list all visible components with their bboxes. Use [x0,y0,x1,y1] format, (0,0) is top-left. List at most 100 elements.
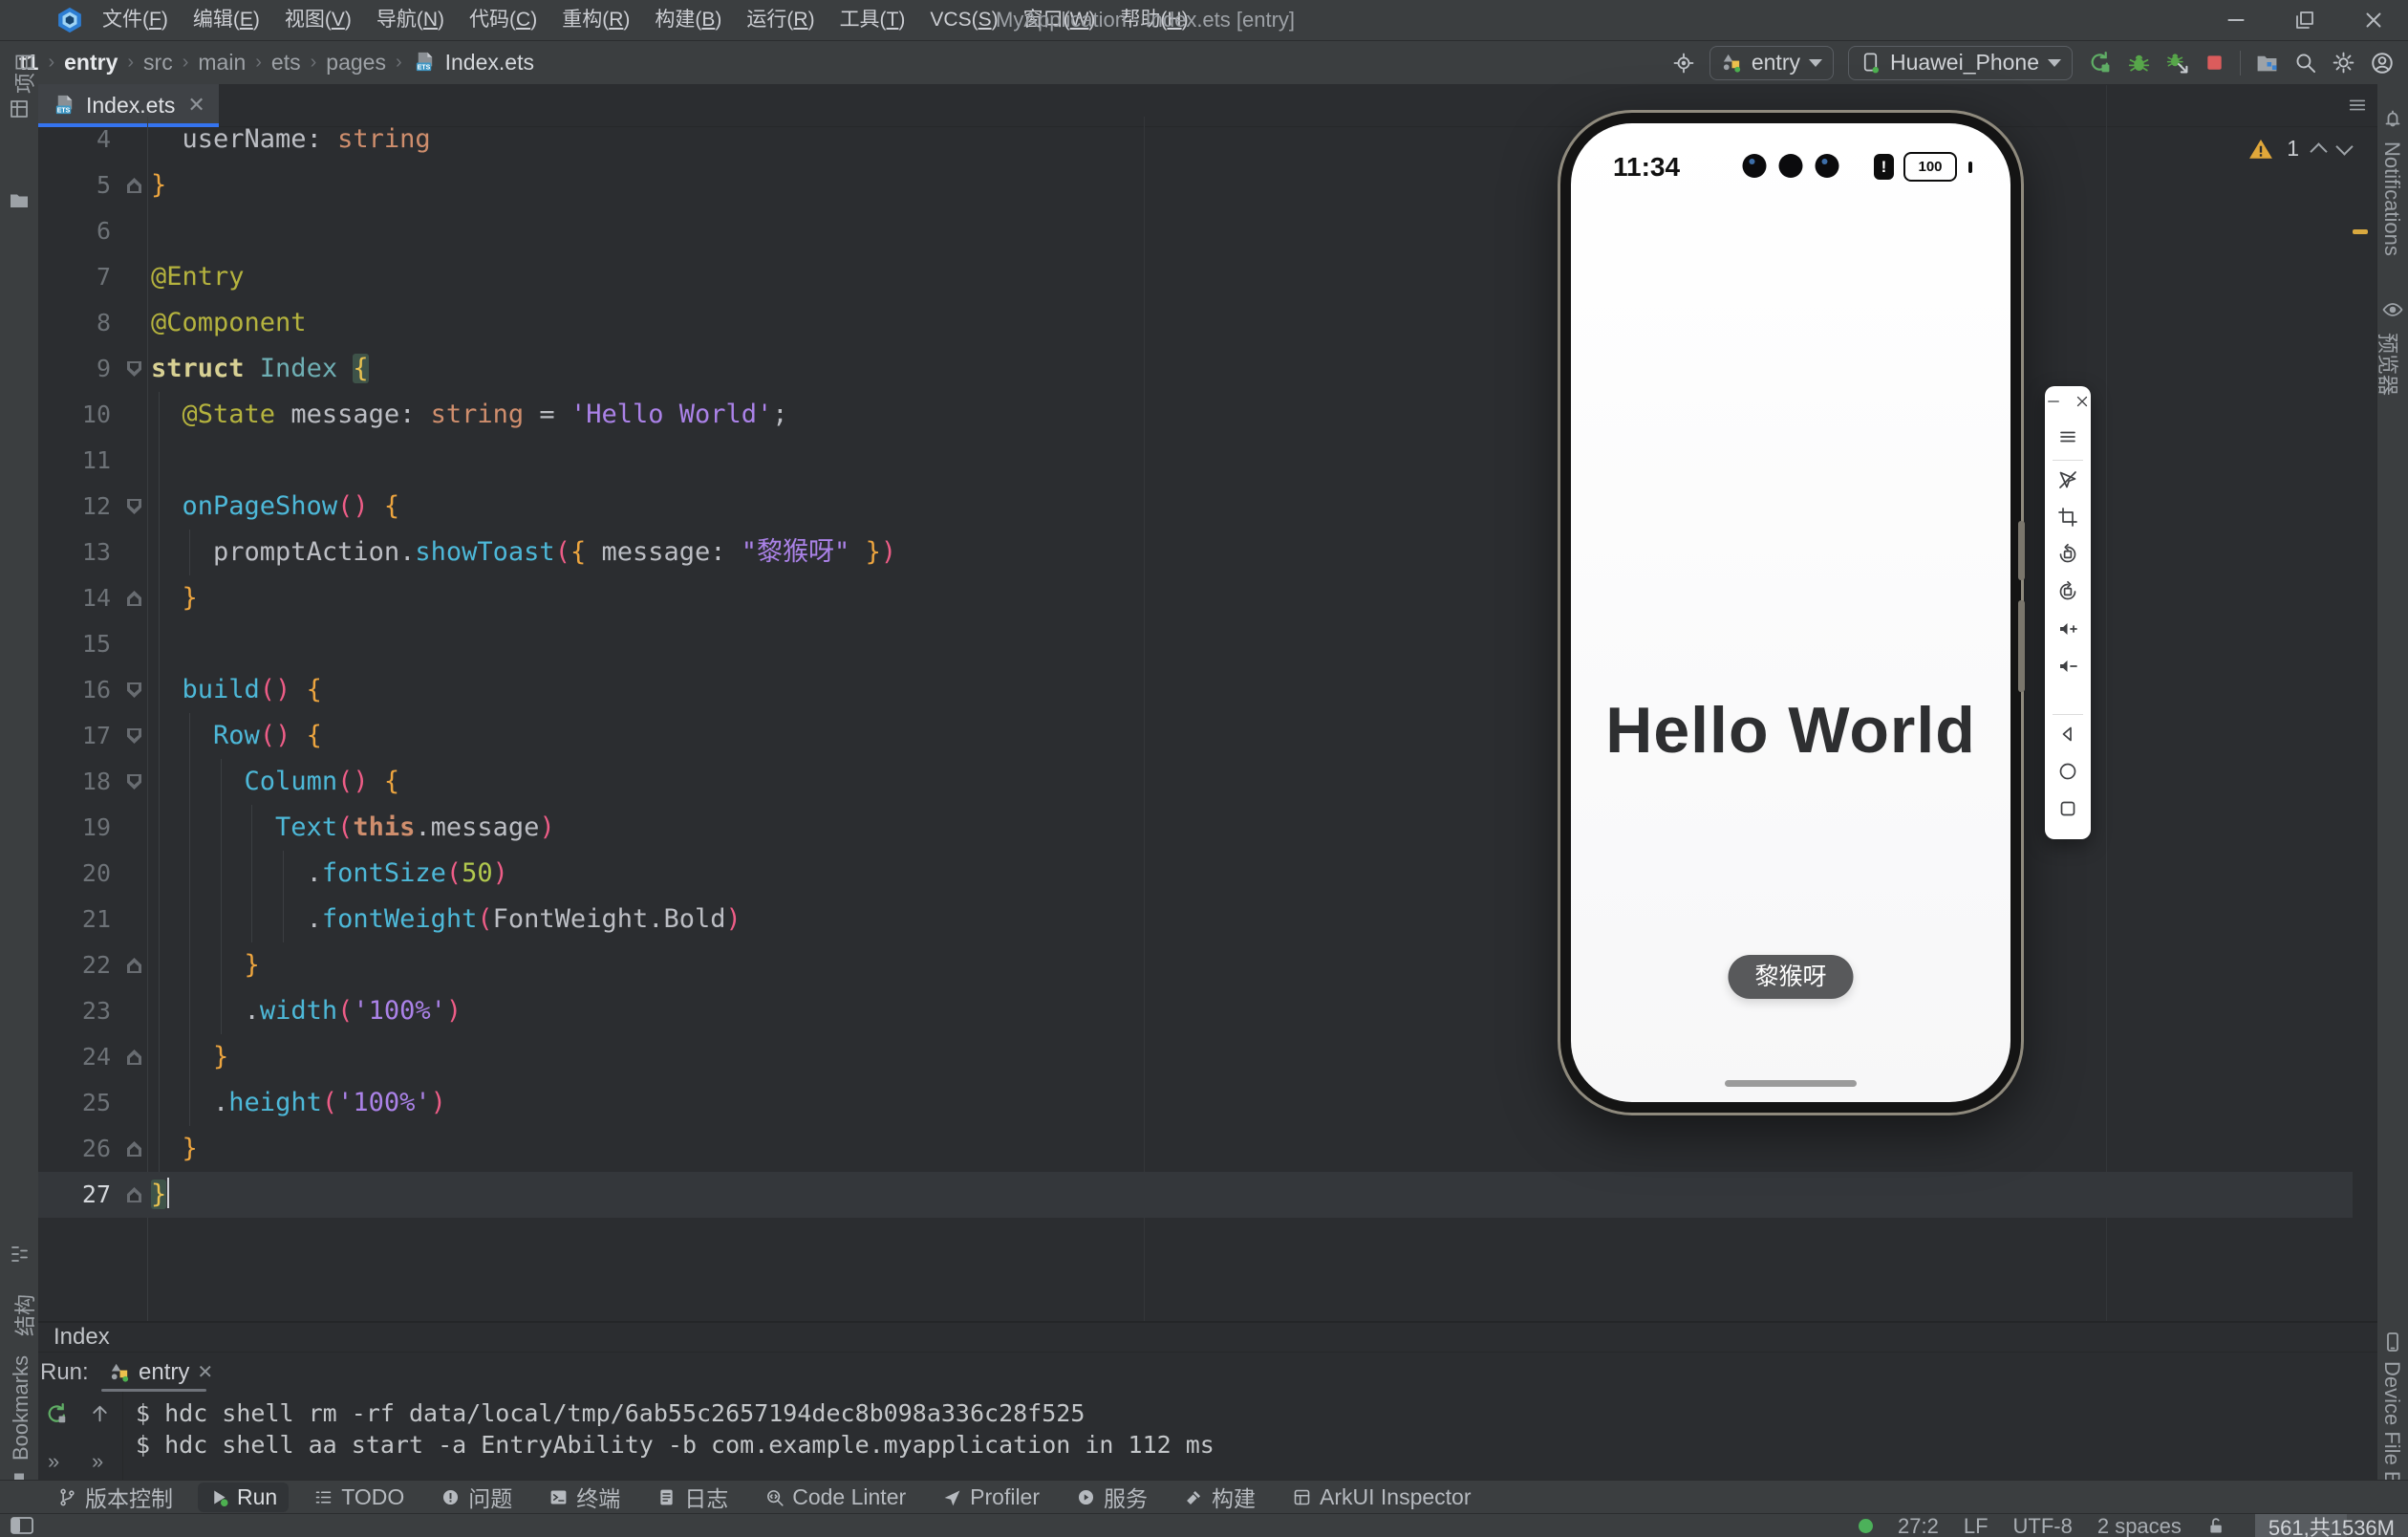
menu-导航(N)[interactable]: 导航(N) [364,0,457,40]
tool-window-TODO[interactable]: TODO [302,1483,416,1512]
fold-marker[interactable] [127,1141,141,1157]
rerun-icon[interactable] [44,1401,70,1427]
code-line-16[interactable]: build() { [151,667,322,713]
menu-构建(B)[interactable]: 构建(B) [642,0,734,40]
editor-splitter[interactable] [2106,85,2107,1321]
sidebar-item-project[interactable]: 项目 [9,52,39,94]
fold-marker[interactable] [127,958,141,973]
fold-marker[interactable] [127,682,141,698]
close-icon[interactable]: ✕ [187,93,204,118]
attach-debugger-button[interactable] [2165,51,2189,75]
tool-window-toggle-icon[interactable] [10,1515,34,1536]
tool-window-构建[interactable]: 构建 [1172,1479,1267,1515]
code-line-25[interactable]: .height('100%') [151,1080,446,1126]
close-button[interactable] [2339,0,2408,40]
code-line-4[interactable]: userName: string [151,117,431,162]
fold-marker[interactable] [127,178,141,193]
sidebar-item-previewer[interactable]: 预览器 [2374,333,2404,396]
gear-icon[interactable] [2332,51,2355,75]
code-line-26[interactable]: } [151,1126,198,1172]
fold-marker[interactable] [127,1050,141,1065]
tool-window-终端[interactable]: 终端 [537,1479,632,1515]
sidebar-item-bookmarks[interactable]: Bookmarks [9,1355,33,1461]
chevron-up-icon[interactable] [2310,142,2327,160]
menu-重构(R)[interactable]: 重构(R) [549,0,642,40]
fold-marker[interactable] [127,1187,141,1202]
code-line-17[interactable]: Row() { [151,713,322,759]
minimize-button[interactable] [2202,0,2270,40]
profile-avatar-icon[interactable] [2370,51,2395,76]
breadcrumb-entry[interactable]: entry [64,50,118,76]
code-line-10[interactable]: @State message: string = 'Hello World'; [151,392,788,438]
tool-window-问题[interactable]: 问题 [429,1479,524,1515]
tool-window-Code Linter[interactable]: Code Linter [753,1483,917,1512]
code-line-9[interactable]: struct Index { [151,346,369,392]
tool-window-日志[interactable]: 日志 [645,1479,740,1515]
code-line-27[interactable]: } [151,1172,169,1218]
back-icon[interactable] [2056,723,2079,746]
code-line-24[interactable]: } [151,1034,228,1080]
code-line-22[interactable]: } [151,942,260,988]
fold-marker[interactable] [127,361,141,377]
code-line-21[interactable]: .fontWeight(FontWeight.Bold) [151,897,742,942]
stop-button[interactable] [2204,52,2225,74]
code-line-18[interactable]: Column() { [151,759,399,805]
tool-window-ArkUI Inspector[interactable]: ArkUI Inspector [1280,1483,1483,1512]
folder-icon[interactable] [8,189,31,212]
volume-down-icon[interactable] [2056,655,2079,678]
scrollbar-warning-mark[interactable] [2353,229,2368,234]
breadcrumb-pages[interactable]: pages [326,50,386,76]
code-line-13[interactable]: promptAction.showToast({ message: "黎猴呀" … [151,530,896,575]
indent-setting[interactable]: 2 spaces [2097,1514,2182,1537]
project-tool-icon[interactable] [8,97,31,120]
fold-marker[interactable] [127,499,141,514]
project-structure-icon[interactable] [2255,51,2279,75]
run-config-selector[interactable]: entry [1709,46,1834,80]
up-arrow-icon[interactable] [88,1401,112,1425]
menu-文件(F)[interactable]: 文件(F) [90,0,181,40]
menu-编辑(E)[interactable]: 编辑(E) [181,0,272,40]
encoding[interactable]: UTF-8 [2013,1514,2073,1537]
chevron-down-icon[interactable] [2335,138,2353,155]
code-line-14[interactable]: } [151,575,198,621]
tool-window-服务[interactable]: 服务 [1064,1479,1159,1515]
rotate-left-icon[interactable] [2056,543,2079,566]
minimize-icon[interactable] [2045,393,2062,410]
menu-工具(T)[interactable]: 工具(T) [828,0,918,40]
volume-up-icon[interactable] [2056,617,2079,640]
breadcrumb-ets[interactable]: ets [271,50,301,76]
breadcrumb-main[interactable]: main [198,50,246,76]
tool-window-Run[interactable]: Run [198,1483,289,1512]
menu-运行(R)[interactable]: 运行(R) [734,0,827,40]
structure-icon[interactable] [8,1243,31,1266]
inspections-widget[interactable]: 1 [2248,136,2351,162]
menu-icon[interactable] [2056,425,2079,448]
code-line-20[interactable]: .fontSize(50) [151,851,508,897]
locate-icon[interactable] [1672,52,1695,75]
device-selector[interactable]: Huawei_Phone [1848,46,2073,80]
sidebar-item-notifications[interactable]: Notifications [2379,141,2404,256]
menu-代码(C)[interactable]: 代码(C) [457,0,549,40]
home-icon[interactable] [2056,760,2079,783]
restore-button[interactable] [2270,0,2339,40]
close-icon[interactable]: ✕ [197,1360,213,1384]
device-icon[interactable] [2381,1331,2404,1353]
tab-options-icon[interactable] [2347,95,2368,116]
expand-chevrons[interactable]: » [48,1449,59,1474]
tool-window-版本控制[interactable]: 版本控制 [46,1479,184,1515]
code-line-7[interactable]: @Entry [151,254,245,300]
lock-icon[interactable] [2206,1516,2226,1536]
code-line-8[interactable]: @Component [151,300,307,346]
fold-marker[interactable] [127,774,141,790]
code-line-5[interactable]: } [151,162,166,208]
pointer-off-icon[interactable] [2056,468,2079,491]
code-line-19[interactable]: Text(this.message) [151,805,555,851]
run-tab-entry[interactable]: entry ✕ [101,1353,221,1392]
line-ending[interactable]: LF [1964,1514,1989,1537]
search-icon[interactable] [2293,51,2317,75]
debug-button[interactable] [2127,51,2151,75]
crop-icon[interactable] [2056,506,2079,529]
menu-视图(V)[interactable]: 视图(V) [272,0,364,40]
rotate-right-icon[interactable] [2056,580,2079,603]
close-icon[interactable] [2074,393,2091,410]
